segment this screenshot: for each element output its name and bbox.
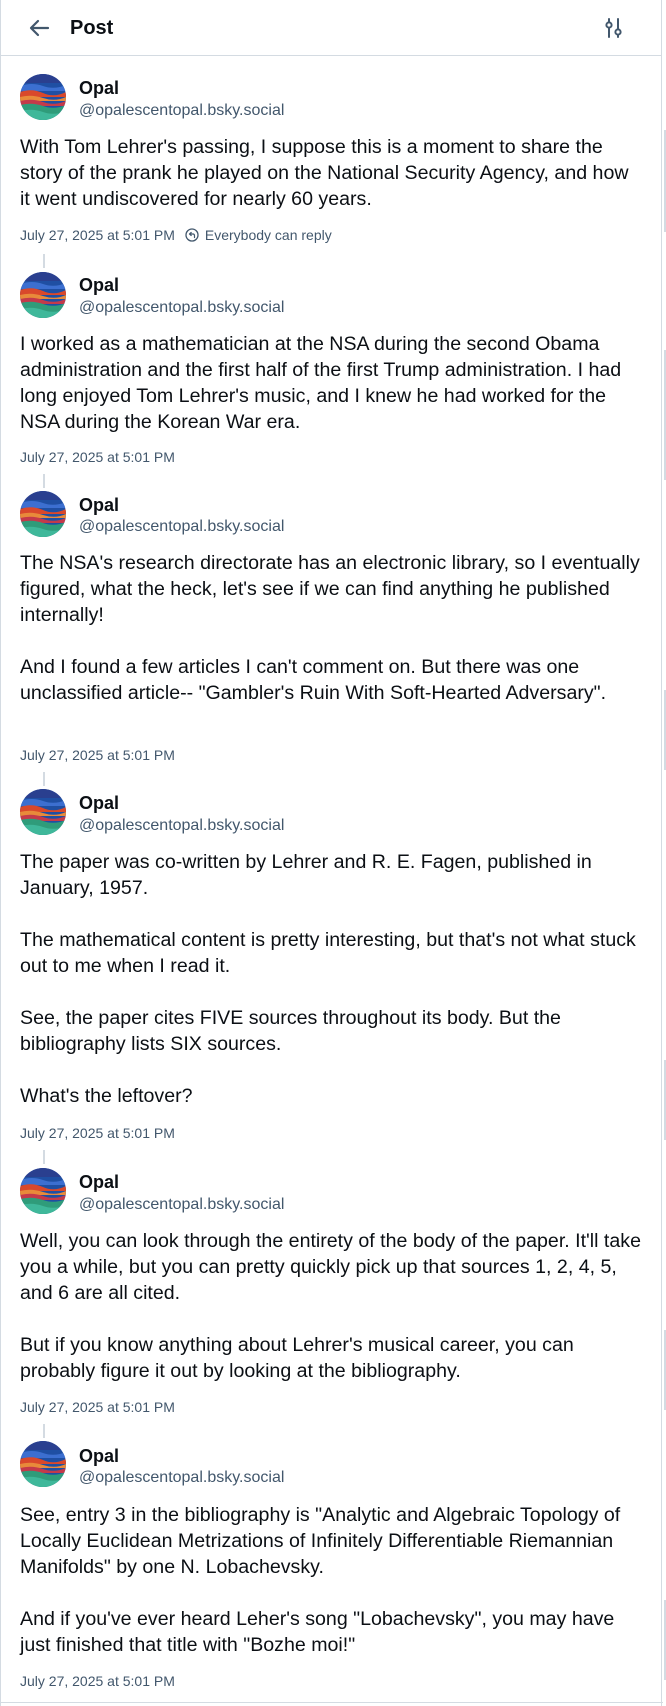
author-name[interactable]: Opal <box>79 1445 119 1467</box>
post-meta: July 27, 2025 at 5:01 PM Everybody can re… <box>20 226 332 244</box>
thread-bottom-border <box>1 1702 663 1703</box>
post-text: I worked as a mathematician at the NSA d… <box>20 333 627 433</box>
avatar[interactable] <box>20 1168 66 1214</box>
post-meta: July 27, 2025 at 5:01 PM <box>20 746 175 764</box>
post-text: Well, you can look through the entirety … <box>20 1230 641 1382</box>
avatar[interactable] <box>20 74 66 120</box>
thread-connector-line <box>43 254 45 268</box>
thread-view: Post Opal @opalescentopal.bsky.social With… <box>0 0 663 1706</box>
post-meta: July 27, 2025 at 5:01 PM <box>20 1124 175 1142</box>
author-name[interactable]: Opal <box>79 274 119 296</box>
author-name[interactable]: Opal <box>79 77 119 99</box>
avatar[interactable] <box>20 789 66 835</box>
reply-setting-label[interactable]: Everybody can reply <box>205 226 332 244</box>
post-timestamp[interactable]: July 27, 2025 at 5:01 PM <box>20 746 175 764</box>
post-timestamp[interactable]: July 27, 2025 at 5:01 PM <box>20 1124 175 1142</box>
thread-connector-line <box>43 1150 45 1164</box>
reply-settings-icon <box>185 228 199 242</box>
avatar[interactable] <box>20 1441 66 1487</box>
post-text: See, entry 3 in the bibliography is "Ana… <box>20 1504 621 1656</box>
author-handle[interactable]: @opalescentopal.bsky.social <box>79 816 284 836</box>
post-timestamp[interactable]: July 27, 2025 at 5:01 PM <box>20 226 175 244</box>
post-thread: Opal @opalescentopal.bsky.social With Tom … <box>1 0 663 1706</box>
post-meta: July 27, 2025 at 5:01 PM <box>20 1398 175 1416</box>
post-meta: July 27, 2025 at 5:01 PM <box>20 448 175 466</box>
author-handle[interactable]: @opalescentopal.bsky.social <box>79 1468 284 1488</box>
post-timestamp[interactable]: July 27, 2025 at 5:01 PM <box>20 448 175 466</box>
author-handle[interactable]: @opalescentopal.bsky.social <box>79 517 284 537</box>
post-meta: July 27, 2025 at 5:01 PM <box>20 1672 175 1690</box>
author-handle[interactable]: @opalescentopal.bsky.social <box>79 101 284 121</box>
author-handle[interactable]: @opalescentopal.bsky.social <box>79 1195 284 1215</box>
author-name[interactable]: Opal <box>79 1171 119 1193</box>
thread-connector-line <box>43 1424 45 1438</box>
thread-connector-line <box>43 772 45 786</box>
avatar[interactable] <box>20 491 66 537</box>
post-timestamp[interactable]: July 27, 2025 at 5:01 PM <box>20 1672 175 1690</box>
avatar[interactable] <box>20 272 66 318</box>
thread-connector-line <box>43 474 45 488</box>
post-text: The NSA's research directorate has an el… <box>20 552 640 704</box>
author-name[interactable]: Opal <box>79 494 119 516</box>
author-handle[interactable]: @opalescentopal.bsky.social <box>79 298 284 318</box>
post-text: The paper was co-written by Lehrer and R… <box>20 851 636 1107</box>
author-name[interactable]: Opal <box>79 792 119 814</box>
post-text: With Tom Lehrer's passing, I suppose thi… <box>20 136 634 210</box>
post-timestamp[interactable]: July 27, 2025 at 5:01 PM <box>20 1398 175 1416</box>
